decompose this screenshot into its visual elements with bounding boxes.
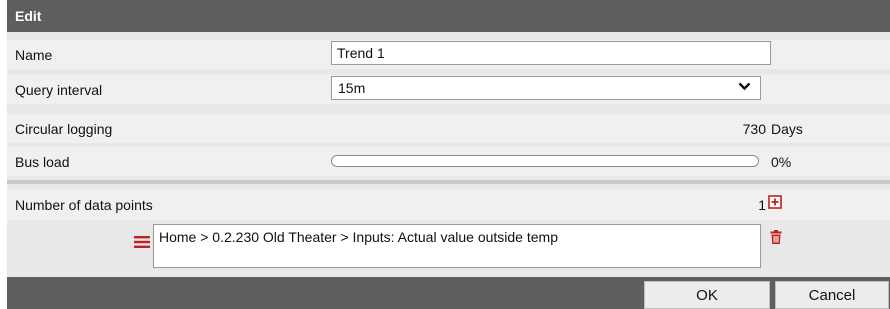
name-label: Name <box>15 47 53 63</box>
circular-logging-row: Circular logging 730 Days <box>7 114 890 143</box>
plus-square-icon[interactable] <box>768 195 782 209</box>
hamburger-icon[interactable] <box>134 235 150 249</box>
bus-load-progress-bar <box>331 155 759 167</box>
query-interval-label: Query interval <box>15 82 103 98</box>
circular-logging-label: Circular logging <box>15 121 113 137</box>
edit-dialog: Edit Name Query interval 15m Circular lo… <box>7 0 890 309</box>
chevron-down-icon <box>738 82 751 91</box>
section-divider <box>7 180 890 184</box>
bus-load-row: Bus load 0% <box>7 147 890 176</box>
circular-logging-value: 730 <box>742 121 766 137</box>
name-row: Name <box>7 40 890 69</box>
query-interval-row: Query interval 15m <box>7 75 890 104</box>
data-points-row: Number of data points 1 <box>7 190 890 220</box>
query-interval-value: 15m <box>338 80 366 96</box>
name-input[interactable] <box>331 41 771 65</box>
circular-logging-unit: Days <box>771 121 803 137</box>
data-points-label: Number of data points <box>15 197 153 213</box>
data-points-count: 1 <box>758 197 766 213</box>
bus-load-label: Bus load <box>15 154 70 170</box>
ok-button[interactable]: OK <box>644 281 770 309</box>
trash-icon[interactable] <box>770 230 782 244</box>
cancel-button[interactable]: Cancel <box>775 281 889 309</box>
data-point-path-field[interactable]: Home > 0.2.230 Old Theater > Inputs: Act… <box>153 224 761 268</box>
dialog-footer: OK Cancel <box>7 277 890 309</box>
query-interval-select[interactable]: 15m <box>331 76 761 100</box>
bus-load-value: 0% <box>771 154 792 170</box>
dialog-title: Edit <box>7 0 890 32</box>
